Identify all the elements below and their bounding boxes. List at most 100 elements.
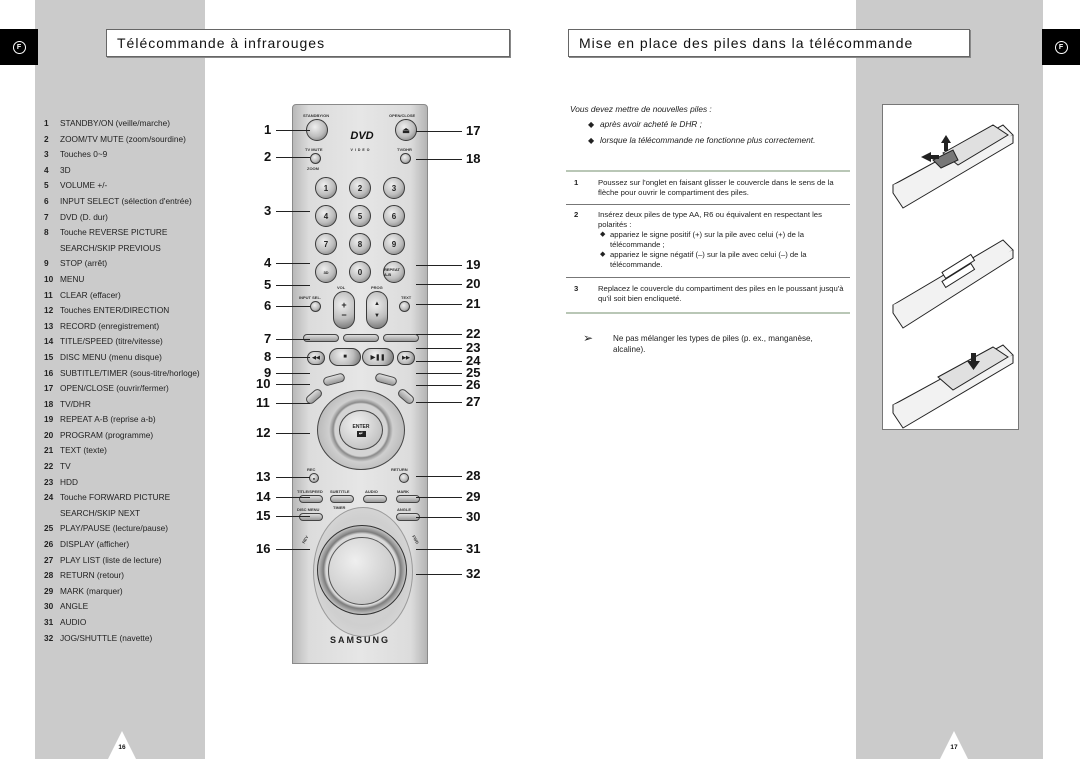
callout-number: 29	[466, 489, 481, 504]
open-close-button: ⏏	[395, 119, 417, 141]
step-sub-text: appariez le signe positif (+) sur la pil…	[610, 230, 804, 249]
legend-item: SEARCH/SKIP PREVIOUS	[44, 241, 234, 257]
intro-bullet-text: après avoir acheté le DHR ;	[600, 119, 702, 129]
legend-number: 15	[44, 351, 54, 362]
digit-button: 0	[349, 261, 371, 283]
legend-label: TEXT (texte)	[60, 445, 107, 456]
digit-button: 5	[349, 205, 371, 227]
language-badge: F	[1054, 40, 1068, 54]
callout-leader-line	[416, 373, 462, 374]
callout-leader-line	[416, 549, 462, 550]
legend-number: 25	[44, 523, 54, 534]
record-button: ●	[309, 473, 319, 483]
hdd-mode-button	[343, 334, 379, 342]
disc-menu-label: DISC MENU	[297, 507, 320, 512]
page-number: 17	[950, 744, 958, 751]
legend-label: RECORD (enregistrement)	[60, 320, 160, 331]
callout-number: 26	[466, 377, 481, 392]
callout-number: 28	[466, 468, 481, 483]
legend-label: STANDBY/ON (veille/marche)	[60, 118, 171, 128]
callout-leader-line	[416, 334, 462, 335]
jog-dial	[328, 537, 396, 605]
callout-number: 16	[256, 541, 271, 556]
legend-item: 3 Touches 0~9	[44, 147, 234, 163]
step-sub-bullet: ◆ appariez le signe positif (+) sur la p…	[600, 230, 850, 250]
legend-item: 14 TITLE/SPEED (titre/vitesse)	[44, 334, 234, 350]
callout-leader-line	[416, 284, 462, 285]
legend-number: 4	[44, 164, 49, 175]
step-1: 1 Poussez sur l'onglet en faisant glisse…	[566, 178, 850, 198]
callout-leader-line	[276, 285, 310, 286]
legend-number: 3	[44, 149, 49, 160]
return-label: RETURN	[391, 467, 408, 472]
callout-leader-line	[276, 263, 310, 264]
legend-number: 7	[44, 211, 49, 222]
legend-item: 12 Touches ENTER/DIRECTION	[44, 303, 234, 319]
legend-label: 3D	[60, 164, 71, 175]
legend-label: STOP (arrêt)	[60, 258, 108, 269]
callout-number: 1	[264, 122, 272, 137]
intro-bullet: ◆ après avoir acheté le DHR ;	[588, 119, 850, 130]
digit-button: 8	[349, 233, 371, 255]
callout-number: 8	[264, 349, 272, 364]
callout-leader-line	[416, 402, 462, 403]
callout-number: 18	[466, 151, 481, 166]
legend-label: OPEN/CLOSE (ouvrir/fermer)	[60, 383, 169, 394]
legend-item: 20 PROGRAM (programme)	[44, 428, 234, 444]
callout-leader-line	[276, 549, 310, 550]
legend-number: 24	[44, 492, 54, 503]
legend-number: 22	[44, 461, 54, 472]
legend-item: 5 VOLUME +/-	[44, 178, 234, 194]
legend-item: 29 MARK (marquer)	[44, 584, 234, 600]
legend-label: DISPLAY (afficher)	[60, 539, 130, 550]
return-arrow-icon: ↵	[356, 430, 366, 437]
callout-number: 20	[466, 276, 481, 291]
callout-leader-line	[416, 361, 462, 362]
callout-number: 21	[466, 296, 481, 311]
legend-number: 19	[44, 414, 54, 425]
display-button	[374, 372, 398, 387]
legend-item: 8 Touche REVERSE PICTURE	[44, 225, 234, 241]
legend-number: 16	[44, 367, 54, 378]
legend-label: MARK (marquer)	[60, 585, 123, 596]
language-tab-left: F	[0, 29, 38, 65]
callout-leader-line	[416, 517, 462, 518]
callout-number: 11	[256, 395, 270, 410]
battery-steps-drawing	[892, 124, 1014, 429]
callout-number: 19	[466, 257, 481, 272]
rev-label: REV	[300, 534, 310, 545]
intro-text: Vous devez mettre de nouvelles piles :	[570, 104, 712, 114]
text-label: TEXT	[401, 295, 412, 300]
digit-button: 7	[315, 233, 337, 255]
legend-item: 24 Touche FORWARD PICTURE	[44, 490, 234, 506]
legend-label: ANGLE	[60, 601, 89, 612]
enter-label: ENTER	[352, 423, 370, 430]
play-list-button	[396, 387, 416, 406]
right-page-title: Mise en place des piles dans la télécomm…	[568, 29, 970, 57]
remote-close-cover-illustration	[892, 344, 1014, 429]
step-number: 1	[574, 178, 579, 187]
legend-item: SEARCH/SKIP NEXT	[44, 506, 234, 522]
legend-item: 6 INPUT SELECT (sélection d'entrée)	[44, 194, 234, 210]
legend-number: 8	[44, 227, 49, 238]
rewind-icon: ◀◀	[312, 355, 320, 361]
legend-number: 17	[44, 383, 54, 394]
legend-label: Touche FORWARD PICTURE	[60, 492, 171, 503]
section-divider	[566, 312, 850, 314]
play-pause-button: ▶❚❚	[362, 348, 394, 366]
legend-item: 27 PLAY LIST (liste de lecture)	[44, 553, 234, 569]
legend-number: 27	[44, 554, 54, 565]
callout-number: 30	[466, 509, 481, 524]
legend-label: SUBTITLE/TIMER (sous-titre/horloge)	[60, 367, 200, 378]
section-divider	[566, 170, 850, 172]
callout-number: 14	[256, 489, 271, 504]
legend-number: 28	[44, 570, 54, 581]
legend-item: 11 CLEAR (effacer)	[44, 288, 234, 304]
rec-label: REC	[307, 467, 316, 472]
open-close-label: OPEN/CLOSE	[389, 113, 416, 118]
three-d-button: 3D	[315, 261, 337, 283]
step-number: 2	[574, 210, 579, 219]
page-number-left: 16	[108, 731, 136, 759]
callout-number: 22	[466, 326, 481, 341]
callout-number: 27	[466, 394, 481, 409]
